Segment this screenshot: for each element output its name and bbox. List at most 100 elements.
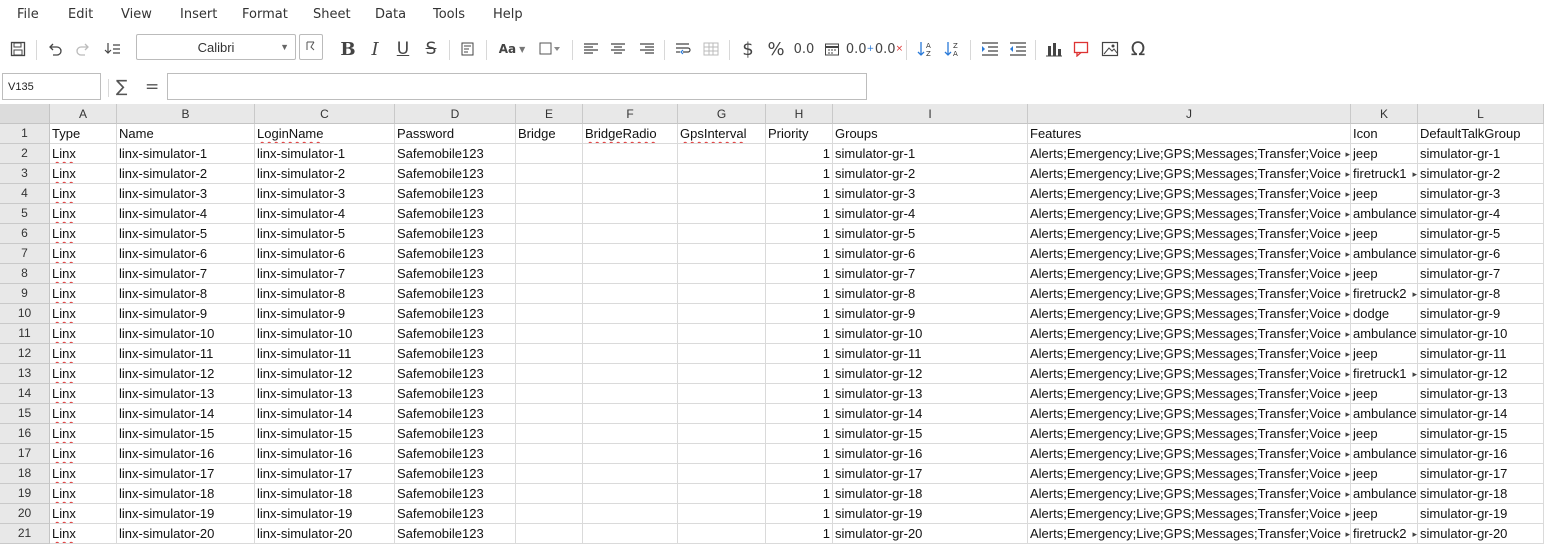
table-cell[interactable]: Linx	[50, 184, 117, 204]
align-left-icon[interactable]	[580, 31, 602, 67]
menu-data[interactable]: Data	[375, 7, 406, 22]
table-cell[interactable]: linx-simulator-7	[255, 264, 395, 284]
table-cell[interactable]	[516, 284, 583, 304]
table-cell[interactable]	[516, 424, 583, 444]
table-cell[interactable]: linx-simulator-2	[117, 164, 255, 184]
table-cell[interactable]: 1	[766, 264, 833, 284]
table-cell[interactable]: ambulance	[1351, 484, 1418, 504]
table-cell[interactable]: linx-simulator-13	[255, 384, 395, 404]
table-cell[interactable]: jeep	[1351, 464, 1418, 484]
table-cell[interactable]: linx-simulator-18	[255, 484, 395, 504]
table-cell[interactable]	[583, 424, 678, 444]
table-cell[interactable]: simulator-gr-19	[1418, 504, 1544, 524]
table-cell[interactable]: simulator-gr-20	[833, 524, 1028, 544]
table-cell[interactable]: jeep	[1351, 344, 1418, 364]
table-cell[interactable]: jeep	[1351, 184, 1418, 204]
table-cell[interactable]	[516, 364, 583, 384]
table-cell[interactable]	[678, 424, 766, 444]
table-cell[interactable]	[516, 504, 583, 524]
table-cell[interactable]	[678, 364, 766, 384]
table-cell[interactable]: Safemobile123	[395, 224, 516, 244]
table-cell[interactable]: Safemobile123	[395, 304, 516, 324]
underline-button[interactable]: U	[392, 31, 414, 67]
table-cell[interactable]	[583, 144, 678, 164]
table-cell[interactable]: Linx	[50, 344, 117, 364]
table-cell[interactable]: linx-simulator-19	[117, 504, 255, 524]
table-cell[interactable]: Alerts;Emergency;Live;GPS;Messages;Trans…	[1028, 444, 1351, 464]
table-cell[interactable]: Safemobile123	[395, 384, 516, 404]
table-cell[interactable]: simulator-gr-3	[833, 184, 1028, 204]
table-cell[interactable]: Alerts;Emergency;Live;GPS;Messages;Trans…	[1028, 284, 1351, 304]
table-cell[interactable]: jeep	[1351, 224, 1418, 244]
table-cell[interactable]: linx-simulator-12	[255, 364, 395, 384]
row-header-21[interactable]: 21	[0, 524, 50, 544]
formula-input[interactable]	[167, 73, 867, 100]
header-cell[interactable]: Bridge	[516, 124, 583, 144]
table-cell[interactable]: Safemobile123	[395, 524, 516, 544]
table-cell[interactable]	[516, 524, 583, 544]
table-cell[interactable]	[678, 524, 766, 544]
table-cell[interactable]: 1	[766, 144, 833, 164]
table-cell[interactable]: linx-simulator-10	[255, 324, 395, 344]
table-cell[interactable]: simulator-gr-18	[833, 484, 1028, 504]
table-cell[interactable]: Alerts;Emergency;Live;GPS;Messages;Trans…	[1028, 404, 1351, 424]
table-cell[interactable]	[516, 384, 583, 404]
table-cell[interactable]: Linx	[50, 324, 117, 344]
table-cell[interactable]: simulator-gr-10	[1418, 324, 1544, 344]
table-cell[interactable]: ambulance	[1351, 204, 1418, 224]
row-header-16[interactable]: 16	[0, 424, 50, 444]
table-cell[interactable]: simulator-gr-19	[833, 504, 1028, 524]
table-cell[interactable]: simulator-gr-5	[833, 224, 1028, 244]
row-header-9[interactable]: 9	[0, 284, 50, 304]
header-cell[interactable]: GpsInterval	[678, 124, 766, 144]
table-cell[interactable]: linx-simulator-16	[255, 444, 395, 464]
header-cell[interactable]: Features	[1028, 124, 1351, 144]
table-cell[interactable]: Alerts;Emergency;Live;GPS;Messages;Trans…	[1028, 484, 1351, 504]
table-cell[interactable]: ambulance	[1351, 444, 1418, 464]
header-cell[interactable]: Type	[50, 124, 117, 144]
table-cell[interactable]: Linx	[50, 384, 117, 404]
header-cell[interactable]: Password	[395, 124, 516, 144]
column-header-j[interactable]: J	[1028, 104, 1351, 124]
table-cell[interactable]: 1	[766, 304, 833, 324]
merge-cells-icon[interactable]	[700, 31, 722, 67]
table-cell[interactable]	[583, 524, 678, 544]
table-cell[interactable]: linx-simulator-4	[117, 204, 255, 224]
table-cell[interactable]	[516, 204, 583, 224]
table-cell[interactable]: firetruck1	[1351, 164, 1418, 184]
add-decimal-button[interactable]: 0.0 +	[846, 31, 874, 67]
table-cell[interactable]: simulator-gr-2	[1418, 164, 1544, 184]
table-cell[interactable]: Alerts;Emergency;Live;GPS;Messages;Trans…	[1028, 264, 1351, 284]
table-cell[interactable]: linx-simulator-15	[255, 424, 395, 444]
table-cell[interactable]: simulator-gr-12	[833, 364, 1028, 384]
table-cell[interactable]: Linx	[50, 504, 117, 524]
table-cell[interactable]	[678, 244, 766, 264]
table-cell[interactable]: Alerts;Emergency;Live;GPS;Messages;Trans…	[1028, 204, 1351, 224]
delete-decimal-button[interactable]: 0.0 ×	[875, 31, 903, 67]
row-header-6[interactable]: 6	[0, 224, 50, 244]
table-cell[interactable]: simulator-gr-20	[1418, 524, 1544, 544]
row-header-4[interactable]: 4	[0, 184, 50, 204]
table-cell[interactable]	[583, 464, 678, 484]
table-cell[interactable]	[678, 444, 766, 464]
table-cell[interactable]: Alerts;Emergency;Live;GPS;Messages;Trans…	[1028, 144, 1351, 164]
table-cell[interactable]: Linx	[50, 464, 117, 484]
insert-comment-icon[interactable]	[1071, 31, 1093, 67]
row-header-18[interactable]: 18	[0, 464, 50, 484]
row-header-14[interactable]: 14	[0, 384, 50, 404]
table-cell[interactable]	[583, 444, 678, 464]
table-cell[interactable]: simulator-gr-8	[833, 284, 1028, 304]
table-cell[interactable]: Linx	[50, 284, 117, 304]
table-cell[interactable]: linx-simulator-3	[117, 184, 255, 204]
table-cell[interactable]	[583, 384, 678, 404]
table-cell[interactable]	[678, 404, 766, 424]
table-cell[interactable]: simulator-gr-7	[1418, 264, 1544, 284]
table-cell[interactable]	[678, 264, 766, 284]
table-cell[interactable]: simulator-gr-5	[1418, 224, 1544, 244]
table-cell[interactable]	[583, 304, 678, 324]
table-cell[interactable]: simulator-gr-4	[833, 204, 1028, 224]
table-cell[interactable]: linx-simulator-15	[117, 424, 255, 444]
table-cell[interactable]: 1	[766, 424, 833, 444]
table-cell[interactable]: firetruck2	[1351, 284, 1418, 304]
table-cell[interactable]: simulator-gr-9	[833, 304, 1028, 324]
